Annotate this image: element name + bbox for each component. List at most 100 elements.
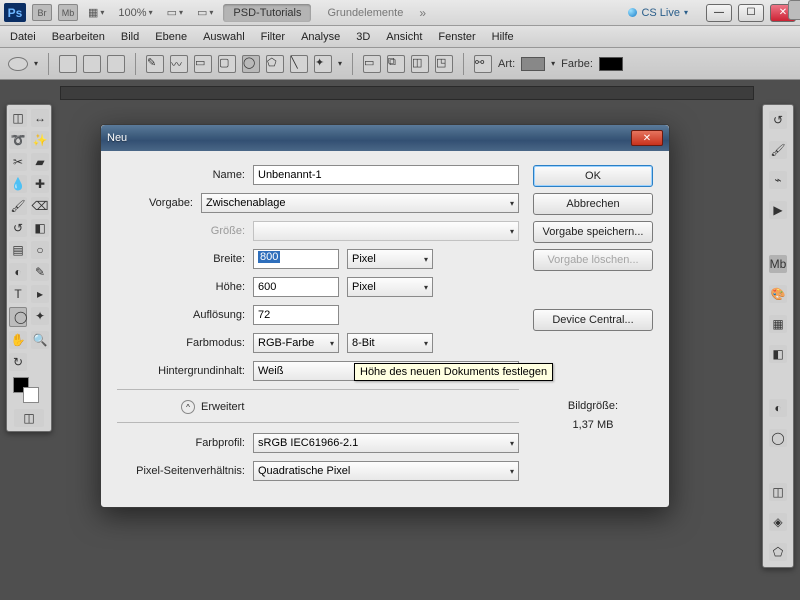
hand-tool-icon[interactable]: ✋ [9, 331, 27, 349]
clone-stamp-tool-icon[interactable]: ⌫ [31, 197, 49, 215]
pathop-intersect-icon[interactable]: ◳ [435, 55, 453, 73]
device-central-button[interactable]: Device Central... [533, 309, 653, 331]
quickmask-toggle-icon[interactable]: ◫ [14, 409, 44, 427]
resolution-input[interactable] [253, 305, 339, 325]
clone-source-panel-icon[interactable]: ⌁ [769, 171, 787, 189]
line-shape-icon[interactable]: ╲ [290, 55, 308, 73]
name-input[interactable] [253, 165, 519, 185]
screen-mode-dropdown[interactable]: ▭▾ [163, 4, 187, 21]
marquee-tool-icon[interactable]: ◫ [9, 109, 27, 127]
cs-live-button[interactable]: CS Live▾ [628, 7, 688, 19]
menu-filter[interactable]: Filter [261, 31, 285, 43]
polygon-shape-icon[interactable]: ⬠ [266, 55, 284, 73]
link-chain-icon[interactable]: ⚯ [474, 55, 492, 73]
bitdepth-select[interactable]: 8-Bit▾ [347, 333, 433, 353]
actions-panel-icon[interactable]: ▶ [769, 201, 787, 219]
custom-shape-icon[interactable]: ✦ [314, 55, 332, 73]
background-color[interactable] [23, 387, 39, 403]
zoom-dropdown[interactable]: 100%▾ [114, 5, 156, 21]
menu-hilfe[interactable]: Hilfe [492, 31, 514, 43]
paths-panel-icon[interactable]: ⬠ [769, 543, 787, 561]
shape-tool-icon[interactable]: ◯ [9, 307, 27, 327]
styles-panel-icon[interactable]: ◧ [769, 345, 787, 363]
arrange-docs-dropdown[interactable]: ▦▾ [84, 4, 108, 21]
menu-datei[interactable]: Datei [10, 31, 36, 43]
rect-shape-icon[interactable]: ▭ [194, 55, 212, 73]
window-maximize-button[interactable]: ☐ [738, 4, 764, 22]
workspace-tab-active[interactable]: PSD-Tutorials [223, 4, 311, 22]
brush-tool-icon[interactable]: 🖌 [9, 197, 27, 215]
pixelaspect-select[interactable]: Quadratische Pixel▾ [253, 461, 519, 481]
type-tool-icon[interactable]: T [9, 285, 27, 303]
colormode-select[interactable]: RGB-Farbe▾ [253, 333, 339, 353]
mode-shape-layer-icon[interactable] [59, 55, 77, 73]
fill-color-swatch[interactable] [599, 57, 623, 71]
window-minimize-button[interactable]: — [706, 4, 732, 22]
roundrect-shape-icon[interactable]: ▢ [218, 55, 236, 73]
ok-button[interactable]: OK [533, 165, 653, 187]
menu-3d[interactable]: 3D [356, 31, 370, 43]
pen-tool-icon[interactable]: ✎ [31, 263, 49, 281]
dialog-titlebar[interactable]: Neu ✕ [101, 125, 669, 151]
crop-tool-icon[interactable]: ✂ [9, 153, 27, 171]
style-swatch[interactable] [521, 57, 545, 71]
menu-auswahl[interactable]: Auswahl [203, 31, 245, 43]
color-panel-icon[interactable]: 🎨 [769, 285, 787, 303]
optionsbar-collapse-tab[interactable] [788, 0, 800, 20]
layers-panel-icon[interactable]: ◫ [769, 483, 787, 501]
colorprofile-select[interactable]: sRGB IEC61966-2.1▾ [253, 433, 519, 453]
healing-brush-tool-icon[interactable]: ✚ [31, 175, 49, 193]
move-tool-icon[interactable]: ↔ [31, 109, 49, 127]
ellipse-shape-icon[interactable]: ◯ [242, 55, 260, 73]
cancel-button[interactable]: Abbrechen [533, 193, 653, 215]
pen-tool-icon[interactable]: ✎ [146, 55, 164, 73]
eraser-tool-icon[interactable]: ◧ [31, 219, 49, 237]
swatches-panel-icon[interactable]: ▦ [769, 315, 787, 333]
height-unit-select[interactable]: Pixel▾ [347, 277, 433, 297]
advanced-toggle[interactable]: ^Erweitert [181, 400, 244, 414]
slice-tool-icon[interactable]: ▰ [31, 153, 49, 171]
shape-preset-icon[interactable] [8, 57, 28, 71]
menu-bearbeiten[interactable]: Bearbeiten [52, 31, 105, 43]
zoom-tool-icon[interactable]: 🔍 [31, 331, 49, 349]
pathop-new-icon[interactable]: ▭ [363, 55, 381, 73]
blur-tool-icon[interactable]: ○ [31, 241, 49, 259]
history-brush-tool-icon[interactable]: ↺ [9, 219, 27, 237]
lasso-tool-icon[interactable]: ➰ [9, 131, 27, 149]
freeform-pen-tool-icon[interactable]: 〰 [170, 55, 188, 73]
height-input[interactable] [253, 277, 339, 297]
menu-bild[interactable]: Bild [121, 31, 139, 43]
menu-ansicht[interactable]: Ansicht [386, 31, 422, 43]
save-preset-button[interactable]: Vorgabe speichern... [533, 221, 653, 243]
adjustments-panel-icon[interactable]: ◐ [769, 399, 787, 417]
3d-tool-icon[interactable]: ✦ [31, 307, 49, 325]
width-unit-select[interactable]: Pixel▾ [347, 249, 433, 269]
minibridge-panel-icon[interactable]: Mb [769, 255, 787, 273]
mode-path-icon[interactable] [83, 55, 101, 73]
path-select-tool-icon[interactable]: ▸ [31, 285, 49, 303]
menu-fenster[interactable]: Fenster [438, 31, 475, 43]
pathop-add-icon[interactable]: ⧉ [387, 55, 405, 73]
eyedropper-tool-icon[interactable]: 💧 [9, 175, 27, 193]
rotate-view-tool-icon[interactable]: ↻ [9, 353, 27, 371]
menu-analyse[interactable]: Analyse [301, 31, 340, 43]
workspace-tab-grundelemente[interactable]: Grundelemente [317, 4, 413, 22]
magic-wand-tool-icon[interactable]: ✨ [31, 131, 49, 149]
bridge-button[interactable]: Br [32, 4, 52, 21]
masks-panel-icon[interactable]: ◯ [769, 429, 787, 447]
dialog-close-button[interactable]: ✕ [631, 130, 663, 146]
history-panel-icon[interactable]: ↺ [769, 111, 787, 129]
minibridge-button[interactable]: Mb [58, 4, 78, 21]
foreground-background-swatch[interactable] [9, 375, 49, 405]
menu-ebene[interactable]: Ebene [155, 31, 187, 43]
workspace-more-icon[interactable]: » [419, 6, 426, 20]
dodge-tool-icon[interactable]: ◐ [9, 263, 27, 281]
channels-panel-icon[interactable]: ◈ [769, 513, 787, 531]
extras-dropdown[interactable]: ▭▾ [193, 4, 217, 21]
brush-panel-icon[interactable]: 🖌 [769, 141, 787, 159]
gradient-tool-icon[interactable]: ▤ [9, 241, 27, 259]
preset-select[interactable]: Zwischenablage▾ [201, 193, 519, 213]
pathop-subtract-icon[interactable]: ◫ [411, 55, 429, 73]
width-input[interactable]: 800 [253, 249, 339, 269]
mode-fill-pixels-icon[interactable] [107, 55, 125, 73]
